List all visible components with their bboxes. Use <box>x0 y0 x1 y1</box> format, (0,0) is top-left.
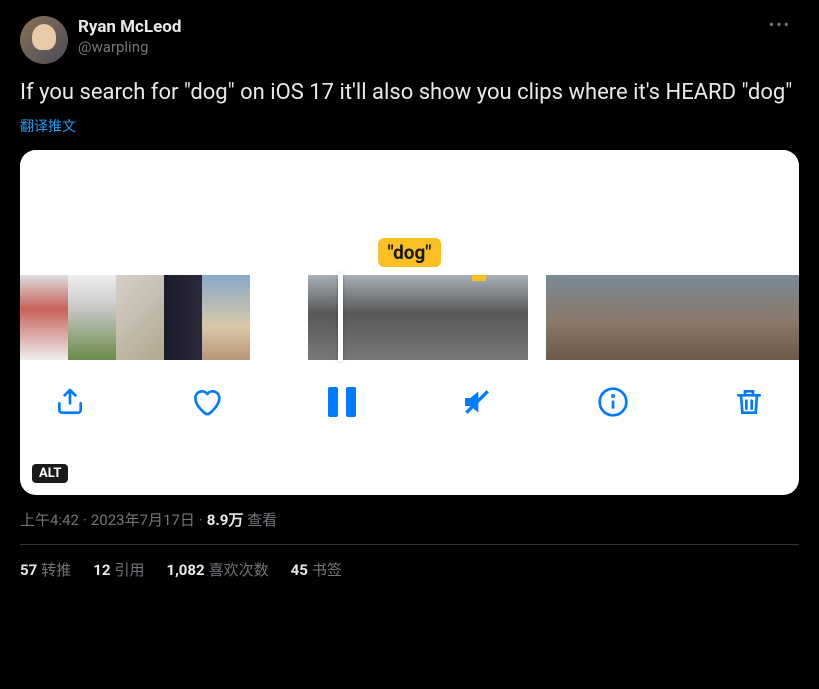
tweet-container: Ryan McLeod @warpling ••• If you search … <box>0 0 819 610</box>
tweet-meta: 上午4:42·2023年7月17日·8.9万 查看 <box>20 509 799 545</box>
thumbnail <box>68 275 116 360</box>
info-button[interactable] <box>593 382 633 422</box>
clip-group[interactable] <box>308 275 528 360</box>
media-top-area: "dog" <box>20 150 799 275</box>
share-icon <box>54 386 86 418</box>
tweet-stats: 57转推 12引用 1,082喜欢次数 45书签 <box>20 545 799 594</box>
thumbnail <box>308 275 363 360</box>
clip-group[interactable] <box>20 275 290 360</box>
mute-button[interactable] <box>457 382 497 422</box>
thumbnail <box>761 275 799 360</box>
clip-group[interactable] <box>546 275 799 360</box>
tweet-text: If you search for "dog" on iOS 17 it'll … <box>20 78 799 108</box>
tweet-date[interactable]: 2023年7月17日 <box>91 511 195 529</box>
pause-button[interactable] <box>322 382 362 422</box>
views-label: 查看 <box>247 511 277 529</box>
thumbnail <box>202 275 250 360</box>
thumbnail <box>363 275 418 360</box>
display-name: Ryan McLeod <box>78 16 751 38</box>
tweet-time[interactable]: 上午4:42 <box>20 511 79 529</box>
bookmarks-stat[interactable]: 45书签 <box>291 559 342 580</box>
playhead-icon[interactable] <box>338 273 343 362</box>
thumbnail <box>675 275 718 360</box>
timeline-marker-icon <box>472 275 486 281</box>
alt-badge[interactable]: ALT <box>32 464 68 483</box>
quotes-stat[interactable]: 12引用 <box>93 559 144 580</box>
handle: @warpling <box>78 38 751 58</box>
speaker-muted-icon <box>461 386 493 418</box>
thumbnail <box>116 275 164 360</box>
info-icon <box>597 386 629 418</box>
heart-icon <box>190 386 222 418</box>
thumbnail <box>589 275 632 360</box>
pause-icon <box>328 387 356 417</box>
avatar[interactable] <box>20 16 68 64</box>
thumbnail <box>164 275 202 360</box>
thumbnail <box>473 275 528 360</box>
search-term-badge: "dog" <box>378 238 442 267</box>
thumbnail <box>20 275 68 360</box>
thumbnail <box>418 275 473 360</box>
more-options-icon[interactable]: ••• <box>761 11 799 38</box>
author-block[interactable]: Ryan McLeod @warpling <box>78 16 751 58</box>
likes-stat[interactable]: 1,082喜欢次数 <box>166 559 268 580</box>
like-button[interactable] <box>186 382 226 422</box>
retweets-stat[interactable]: 57转推 <box>20 559 71 580</box>
tweet-header: Ryan McLeod @warpling ••• <box>20 16 799 64</box>
share-button[interactable] <box>50 382 90 422</box>
trash-icon <box>733 386 765 418</box>
thumbnail <box>718 275 761 360</box>
media-card[interactable]: "dog" <box>20 150 799 495</box>
media-toolbar <box>20 370 799 468</box>
delete-button[interactable] <box>729 382 769 422</box>
thumbnail <box>632 275 675 360</box>
translate-link[interactable]: 翻译推文 <box>20 116 76 136</box>
video-timeline[interactable] <box>20 275 799 370</box>
thumbnail <box>546 275 589 360</box>
views-count: 8.9万 <box>207 511 244 529</box>
